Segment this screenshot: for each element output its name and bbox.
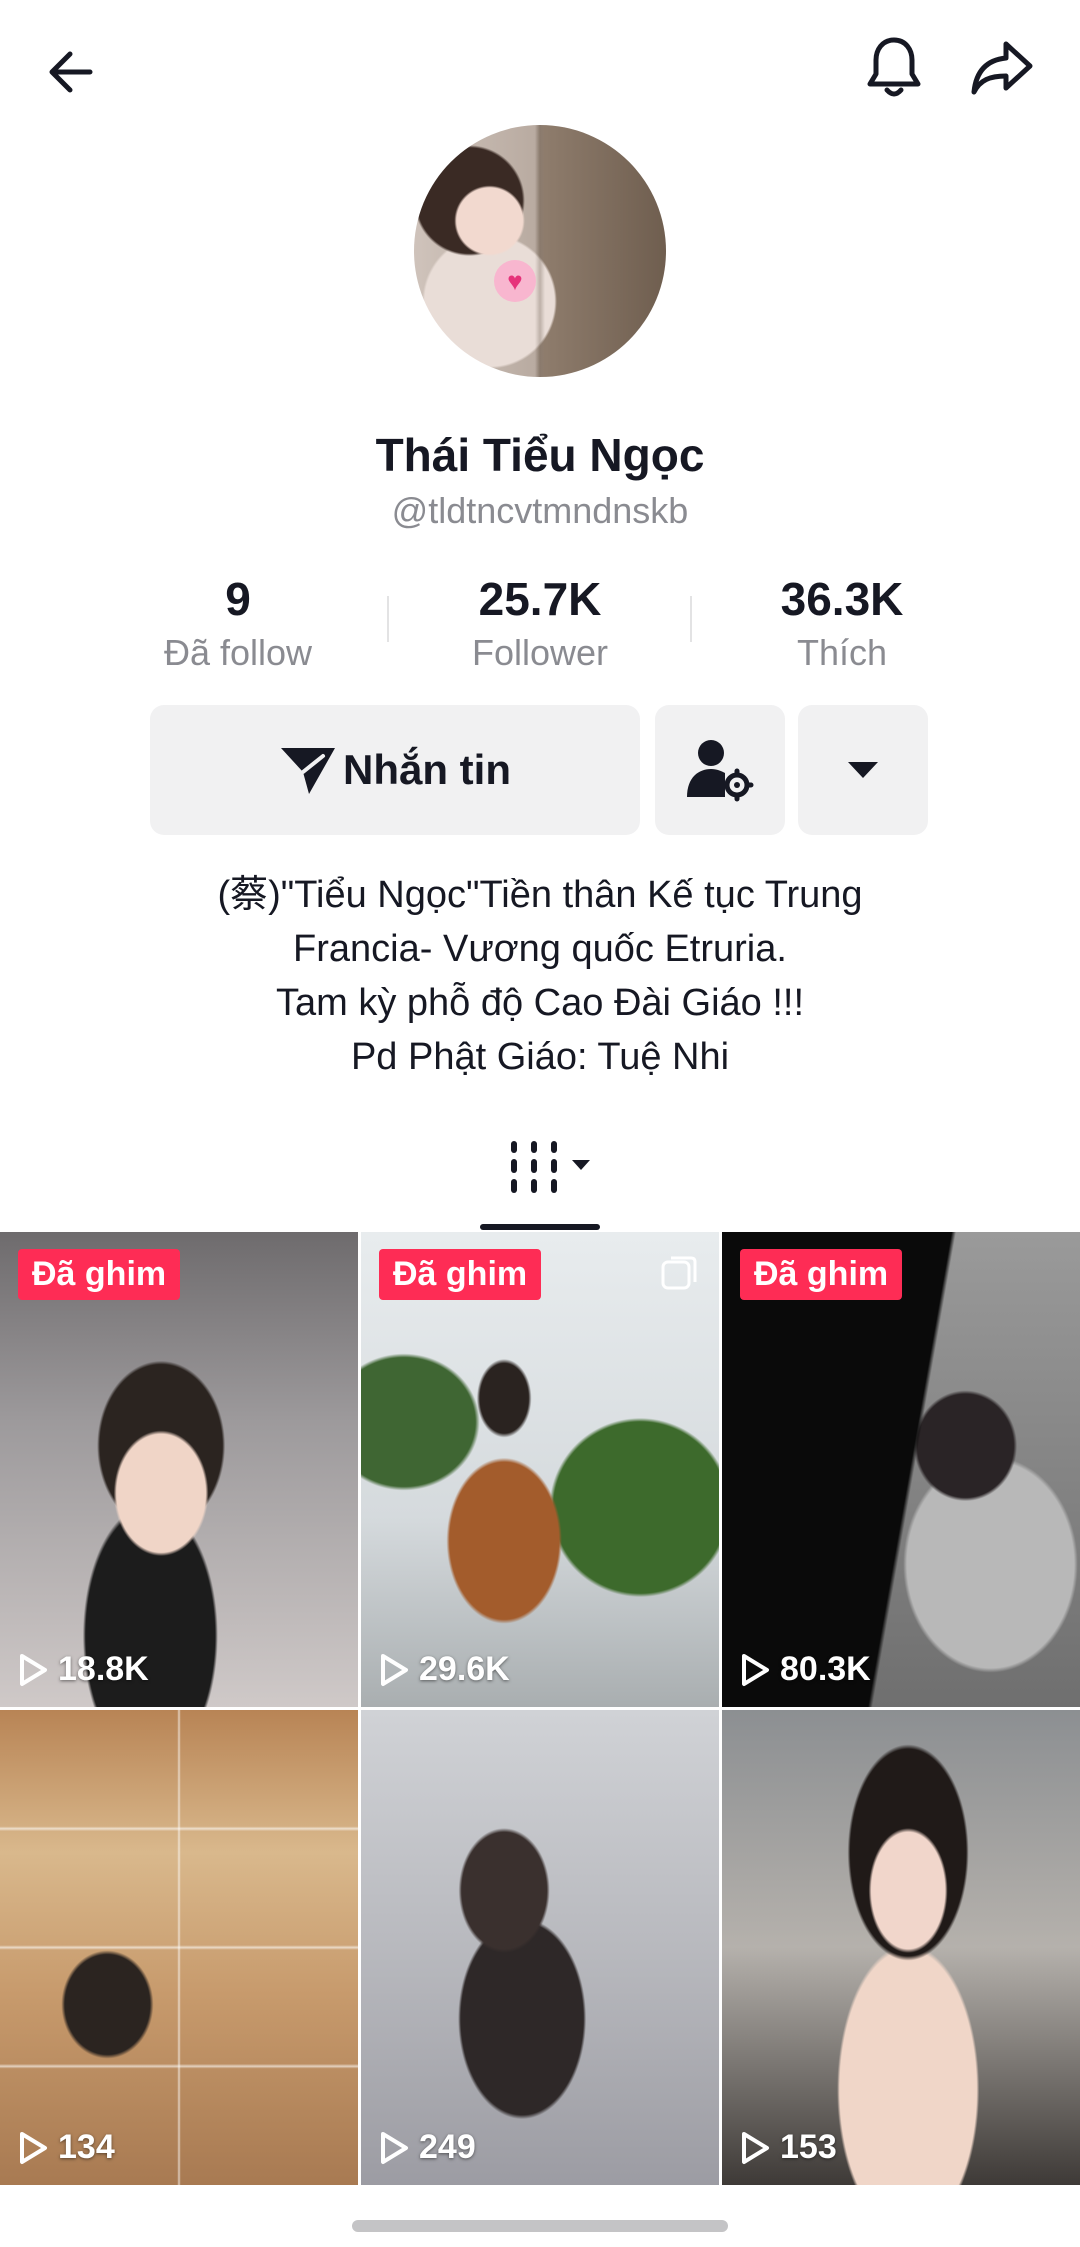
stat-followers[interactable]: 25.7K Follower	[390, 572, 690, 674]
view-count-value: 134	[58, 2128, 115, 2166]
heart-icon: ♥	[494, 260, 536, 302]
stat-divider	[387, 596, 389, 642]
play-icon	[20, 1653, 47, 1686]
profile-stats: 9 Đã follow 25.7K Follower 36.3K Thích	[0, 572, 1080, 674]
view-count: 134	[18, 2128, 115, 2167]
video-thumbnail[interactable]: Đã ghim 29.6K	[361, 1232, 719, 1707]
video-thumbnail[interactable]: Đã ghim 80.3K	[722, 1232, 1080, 1707]
bio-line: Tam kỳ phỗ độ Cao Đài Giáo !!!	[275, 982, 805, 1024]
stat-value: 9	[225, 573, 251, 625]
view-count-value: 29.6K	[419, 1650, 510, 1688]
more-options-button[interactable]	[798, 705, 928, 835]
notifications-button[interactable]	[852, 26, 936, 110]
bio-line: Francia- Vương quốc Etruria.	[293, 928, 787, 970]
view-count-value: 249	[419, 2128, 476, 2166]
view-count: 153	[740, 2128, 837, 2167]
share-icon	[971, 41, 1033, 95]
play-icon	[381, 2131, 408, 2164]
stat-value: 25.7K	[478, 573, 602, 625]
profile-handle: @tldtncvtmndnskb	[391, 490, 689, 531]
pinned-badge: Đã ghim	[18, 1249, 181, 1300]
play-icon	[20, 2131, 47, 2164]
view-count: 80.3K	[740, 1650, 871, 1689]
user-settings-icon	[687, 740, 754, 802]
video-thumbnail[interactable]: 134	[0, 1710, 358, 2185]
message-button[interactable]: Nhắn tin	[150, 705, 640, 835]
bio-line: (蔡)"Tiểu Ngọc"Tiền thân Kế tục Trung	[217, 874, 863, 916]
view-count: 249	[379, 2128, 476, 2167]
caret-down-icon	[848, 762, 878, 778]
view-count-value: 80.3K	[780, 1650, 871, 1688]
stat-label: Thích	[796, 632, 888, 673]
friend-settings-button[interactable]	[655, 705, 785, 835]
video-thumbnail[interactable]: 153	[722, 1710, 1080, 2185]
back-arrow-icon	[49, 51, 93, 93]
pinned-badge: Đã ghim	[379, 1249, 542, 1300]
stat-label: Follower	[471, 632, 609, 673]
play-icon	[742, 1653, 769, 1686]
stat-following[interactable]: 9 Đã follow	[88, 572, 388, 674]
view-count-value: 153	[780, 2128, 837, 2166]
avatar[interactable]: ♥	[414, 125, 666, 377]
bio: (蔡)"Tiểu Ngọc"Tiền thân Kế tục Trung Fra…	[0, 868, 1080, 1084]
stat-value: 36.3K	[780, 573, 904, 625]
video-thumbnail[interactable]: 249	[361, 1710, 719, 2185]
play-icon	[381, 1653, 408, 1686]
profile-name: Thái Tiểu Ngọc	[375, 429, 705, 481]
stat-label: Đã follow	[163, 632, 313, 673]
multi-photo-icon	[661, 1256, 697, 1290]
play-icon	[742, 2131, 769, 2164]
bell-icon	[867, 37, 921, 97]
view-count: 29.6K	[379, 1650, 510, 1689]
stat-likes[interactable]: 36.3K Thích	[692, 572, 992, 674]
pinned-badge: Đã ghim	[740, 1249, 903, 1300]
home-indicator[interactable]	[352, 2220, 728, 2232]
message-label: Nhắn tin	[343, 746, 511, 793]
back-button[interactable]	[30, 30, 114, 114]
view-count-value: 18.8K	[58, 1650, 149, 1688]
tab-indicator	[480, 1224, 600, 1230]
tab-videos[interactable]	[508, 1140, 598, 1194]
view-count: 18.8K	[18, 1650, 149, 1689]
share-button[interactable]	[960, 26, 1044, 110]
grid-icon	[511, 1141, 590, 1193]
bio-line: Pd Phật Giáo: Tuệ Nhi	[350, 1036, 730, 1078]
video-thumbnail[interactable]: Đã ghim 18.8K	[0, 1232, 358, 1707]
send-icon	[281, 748, 335, 794]
